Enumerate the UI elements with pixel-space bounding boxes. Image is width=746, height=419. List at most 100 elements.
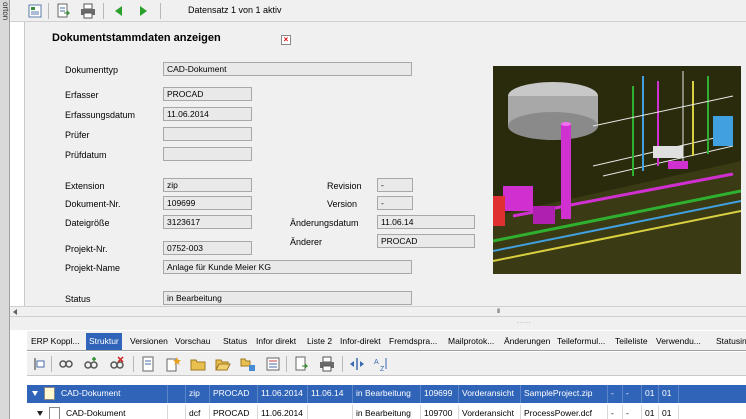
document-icon [49,407,60,419]
folder-tree-icon[interactable] [240,356,256,372]
tab-status[interactable]: Status [223,333,247,350]
grid-cell-name: CAD-Dokument [58,385,168,403]
document-icon[interactable] [140,356,156,372]
grid-cell-position: 01 [642,405,659,419]
dokument-nr-label: Dokument-Nr. [65,199,121,209]
forward-arrow-icon[interactable] [135,3,151,19]
svg-text:Z: Z [380,366,385,372]
grid-cell [168,385,186,403]
splitter-grip[interactable]: ..... [517,318,532,325]
toolbar-separator [160,3,161,19]
collapse-icon[interactable] [37,411,43,416]
link-icon[interactable] [58,356,74,372]
pruefer-label: Prüfer [65,130,90,140]
tab-infor-direkt[interactable]: Infor direkt [256,333,296,350]
tab-mailprotokoll[interactable]: Mailprotok... [448,333,494,350]
projekt-name-field[interactable]: Anlage für Kunde Meier KG [163,260,412,274]
projekt-nr-label: Projekt-Nr. [65,244,108,254]
folder-icon[interactable] [190,356,206,372]
grid-cell-erfassungsdatum: 11.06.2014 [258,385,308,403]
tab-infor-direkt-2[interactable]: Infor-direkt [340,333,381,350]
erfassungsdatum-label: Erfassungsdatum [65,110,136,120]
grid-cell-dokument-nr: 109699 [421,385,459,403]
grid-cell-revision: - [608,385,623,403]
grid-cell-ansicht: Vorderansicht [459,405,521,419]
status-label: Status [65,294,91,304]
select-icon[interactable] [32,356,48,372]
scroll-left-icon[interactable] [13,309,17,315]
toolbar-separator [48,3,49,19]
tab-teileliste[interactable]: Teileliste [615,333,648,350]
aenderungsdatum-label: Änderungsdatum [290,218,359,228]
aenderungsdatum-field[interactable]: 11.06.14 [377,215,475,229]
expand-columns-icon[interactable] [349,356,365,372]
tab-vorschau[interactable]: Vorschau [175,333,210,350]
table-row[interactable]: CAD-Dokument zip PROCAD 11.06.2014 11.06… [27,385,746,403]
tab-erp-koppl[interactable]: ERP Koppl... [31,333,80,350]
form-title: Dokumentstammdaten anzeigen [52,32,221,44]
erfasser-field[interactable]: PROCAD [163,87,252,101]
export-icon[interactable] [55,3,71,19]
grid-cell-position: 01 [642,385,659,403]
aenderer-field[interactable]: PROCAD [377,234,475,248]
print-icon[interactable] [319,356,335,372]
grid-cell-status: in Bearbeitung [353,385,421,403]
tab-verwendung[interactable]: Verwendu... [656,333,701,350]
back-arrow-icon[interactable] [111,3,127,19]
grid-cell-version: - [623,405,642,419]
export-icon[interactable] [293,356,309,372]
grid-cell-version: - [623,385,642,403]
structure-grid: CAD-Dokument zip PROCAD 11.06.2014 11.06… [27,382,746,419]
grid-cell-dateiname: SampleProject.zip [521,385,608,403]
close-icon[interactable]: × [281,35,291,45]
tab-aenderungen[interactable]: Änderungen [504,333,550,350]
extension-field[interactable]: zip [163,178,252,192]
status-field[interactable]: in Bearbeitung [163,291,412,305]
sort-az-icon[interactable]: AZ [373,356,389,372]
dokument-nr-field[interactable]: 109699 [163,196,252,210]
tab-versionen[interactable]: Versionen [130,333,168,350]
grid-cell-dokument-nr: 109700 [421,405,459,419]
grid-cell-menge: 01 [659,405,679,419]
toolbar-separator [342,356,343,372]
link-add-icon[interactable] [83,356,99,372]
pruefer-field[interactable] [163,127,252,141]
grid-cell-extension: zip [186,385,210,403]
structure-toolbar: AZ [27,352,746,376]
version-label: Version [327,199,358,209]
erfassungsdatum-field[interactable]: 11.06.2014 [163,107,252,121]
top-toolbar: Datensatz 1 von 1 aktiv [10,0,746,22]
unlink-icon[interactable] [109,356,125,372]
side-strip-label: orton [1,2,10,21]
pruefdatum-field[interactable] [163,147,252,161]
horizontal-scrollbar[interactable]: III [10,306,746,317]
tab-statusinfo[interactable]: Statusin [716,333,746,350]
dokumenttyp-field[interactable]: CAD-Dokument [163,62,412,76]
toolbar-separator [286,356,287,372]
list-icon[interactable] [265,356,281,372]
dokumenttyp-label: Dokumenttyp [65,65,119,75]
tab-struktur[interactable]: Struktur [86,333,122,350]
collapse-icon[interactable] [32,391,38,396]
tab-liste-2[interactable]: Liste 2 [307,333,332,350]
cad-preview-image [493,66,741,274]
scroll-grip[interactable]: III [497,309,500,315]
panel-splitter[interactable]: ..... [10,317,746,330]
table-row[interactable]: CAD-Dokument dcf PROCAD 11.06.2014 in Be… [27,405,746,419]
revision-field[interactable]: - [377,178,413,192]
print-icon[interactable] [80,3,96,19]
grid-cell-aenderungsdatum [308,405,353,419]
dateigroesse-field[interactable]: 3123617 [163,215,252,229]
version-field[interactable]: - [377,196,413,210]
folder-open-icon[interactable] [215,356,231,372]
form-view-icon[interactable] [27,3,43,19]
grid-cell-erfassungsdatum: 11.06.2014 [258,405,308,419]
grid-cell-erfasser: PROCAD [210,385,258,403]
grid-cell-revision: - [608,405,623,419]
projekt-nr-field[interactable]: 0752-003 [163,241,252,255]
tab-teileformular[interactable]: Teileformul... [557,333,605,350]
extension-label: Extension [65,181,105,191]
document-star-icon[interactable] [165,356,181,372]
dateigroesse-label: Dateigröße [65,218,110,228]
tab-fremdsprache[interactable]: Fremdspra... [389,333,437,350]
